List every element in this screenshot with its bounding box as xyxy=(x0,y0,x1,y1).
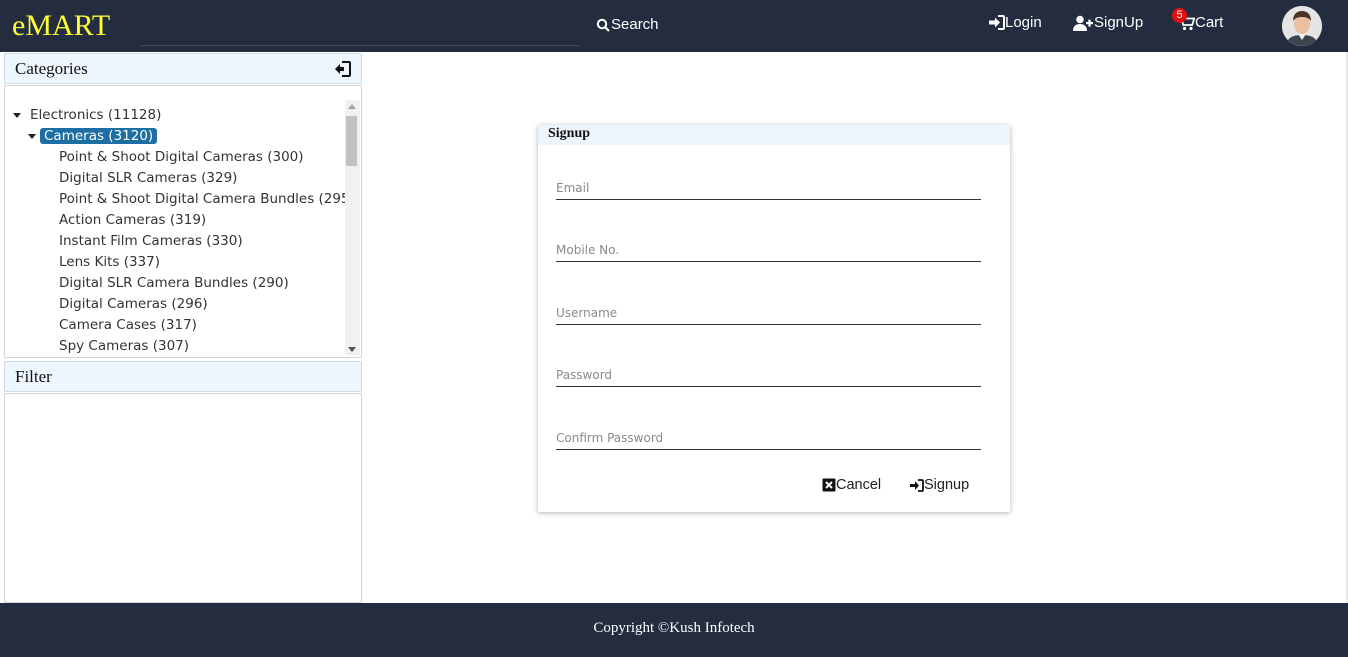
scrollbar-thumb[interactable] xyxy=(346,116,357,166)
signup-submit-label: Signup xyxy=(924,477,970,493)
cancel-button[interactable]: Cancel xyxy=(822,477,881,493)
cancel-label: Cancel xyxy=(836,477,882,493)
tree-node-leaf[interactable]: Lens Kits (337) xyxy=(59,253,160,271)
signup-dialog: Signup Cancel Signup xyxy=(538,125,1010,512)
top-navbar: eMART Search Login SignUp Cart 5 xyxy=(0,0,1348,52)
login-label: Login xyxy=(1005,14,1042,31)
tree-node-leaf[interactable]: Action Cameras (319) xyxy=(59,211,206,229)
tree-node-leaf[interactable]: Spy Cameras (307) xyxy=(59,337,189,355)
tree-node-leaf[interactable]: Point & Shoot Digital Cameras (300) xyxy=(59,148,304,166)
scroll-up-arrow-icon[interactable] xyxy=(348,104,356,109)
search-input-area[interactable] xyxy=(140,0,580,46)
signup-link[interactable]: SignUp xyxy=(1073,14,1143,31)
tree-node-leaf[interactable]: Digital SLR Cameras (329) xyxy=(59,169,237,187)
sign-in-icon xyxy=(910,478,924,492)
expanded-caret-icon[interactable] xyxy=(13,113,21,118)
tree-node-leaf[interactable]: Digital SLR Camera Bundles (290) xyxy=(59,274,289,292)
categories-panel-header: Categories xyxy=(4,53,362,84)
signup-label: SignUp xyxy=(1094,14,1144,31)
signup-submit-button[interactable]: Signup xyxy=(910,477,969,493)
tree-node-leaf[interactable]: Digital Cameras (296) xyxy=(59,295,208,313)
login-link[interactable]: Login xyxy=(988,14,1042,31)
tree-node-leaf[interactable]: Point & Shoot Digital Camera Bundles (29… xyxy=(59,190,355,208)
category-tree[interactable]: Electronics (11128) Cameras (3120) Point… xyxy=(4,85,362,358)
expanded-caret-icon[interactable] xyxy=(28,134,36,139)
filter-panel-body xyxy=(4,393,362,603)
tree-scrollbar[interactable] xyxy=(345,100,360,355)
close-box-icon xyxy=(822,478,836,492)
signup-dialog-header: Signup xyxy=(538,125,1010,145)
tree-node-leaf[interactable]: Camera Cases (317) xyxy=(59,316,197,334)
search-icon xyxy=(596,18,610,32)
cart-count-badge: 5 xyxy=(1172,8,1187,23)
collapse-sidebar-icon[interactable] xyxy=(333,61,351,77)
tree-node-leaf[interactable]: Instant Film Cameras (330) xyxy=(59,232,243,250)
filter-title: Filter xyxy=(15,367,52,386)
search-label: Search xyxy=(611,16,659,33)
tree-node-label: Electronics (11128) xyxy=(30,107,162,123)
signup-dialog-title: Signup xyxy=(548,126,591,141)
filter-panel-header: Filter xyxy=(4,361,362,392)
mobile-field[interactable] xyxy=(556,238,981,262)
tree-node-label-selected: Cameras (3120) xyxy=(40,128,158,144)
user-plus-icon xyxy=(1073,15,1093,31)
sign-in-icon xyxy=(989,15,1005,30)
password-field[interactable] xyxy=(556,363,981,387)
copyright-text: Copyright ©Kush Infotech xyxy=(593,620,755,636)
footer: Copyright ©Kush Infotech xyxy=(0,603,1348,657)
tree-node-electronics[interactable]: Electronics (11128) xyxy=(13,106,162,124)
username-field[interactable] xyxy=(556,301,981,325)
cart-label: Cart xyxy=(1195,14,1224,31)
categories-title: Categories xyxy=(15,59,88,78)
confirm-password-field[interactable] xyxy=(556,426,981,450)
scroll-down-arrow-icon[interactable] xyxy=(348,347,356,352)
user-photo-icon xyxy=(1282,6,1322,46)
email-field[interactable] xyxy=(556,176,981,200)
brand-logo[interactable]: eMART xyxy=(12,8,110,44)
tree-node-cameras[interactable]: Cameras (3120) xyxy=(28,127,158,145)
user-avatar[interactable] xyxy=(1282,6,1322,46)
search-button[interactable]: Search xyxy=(596,16,659,33)
